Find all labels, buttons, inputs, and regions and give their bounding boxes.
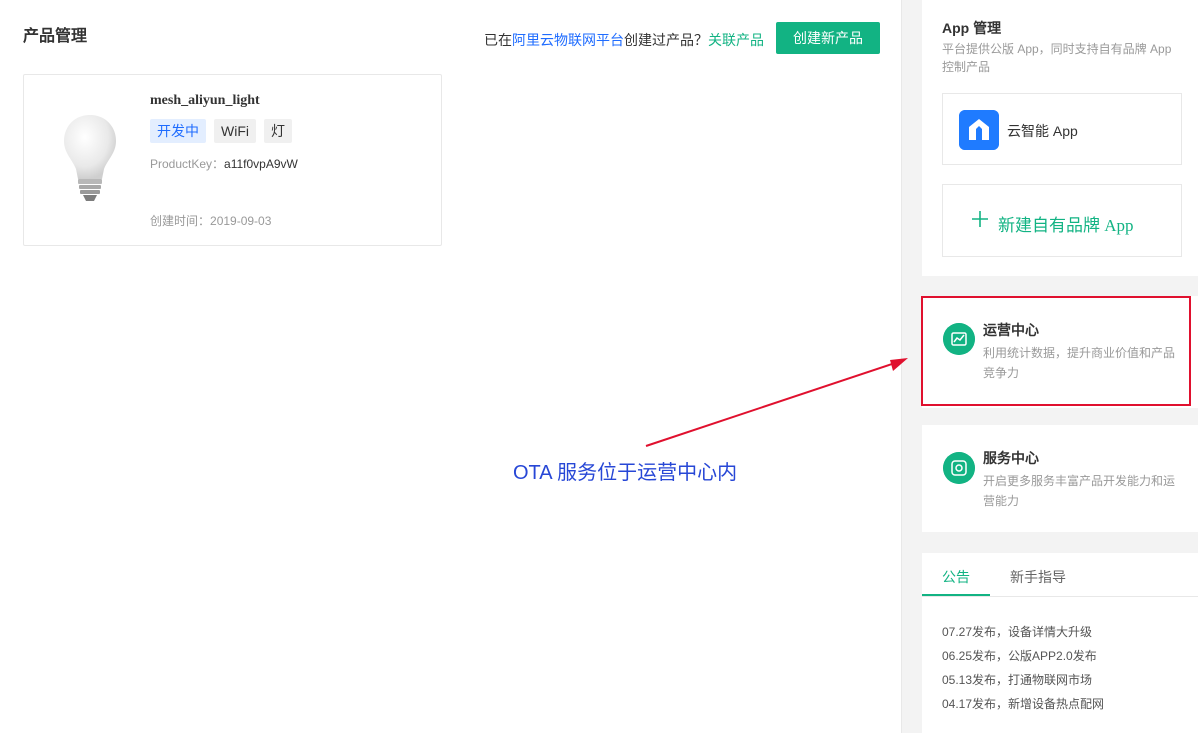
associate-prompt: 已在阿里云物联网平台创建过产品？关联产品 — [484, 30, 764, 50]
network-tag: WiFi — [214, 119, 256, 143]
notice-item[interactable]: 07.27发布，设备详情大升级 — [942, 620, 1104, 644]
notice-panel: 公告 新手指导 07.27发布，设备详情大升级 06.25发布，公版APP2.0… — [922, 553, 1198, 733]
product-tags: 开发中 WiFi 灯 — [150, 119, 292, 143]
main-panel: 产品管理 已在阿里云物联网平台创建过产品？关联产品 创建新产品 mesh_ali… — [0, 0, 902, 733]
product-name: mesh_aliyun_light — [150, 93, 260, 108]
active-tab-indicator — [922, 594, 990, 596]
service-center-card[interactable]: 服务中心 开启更多服务丰富产品开发能力和运营能力 — [922, 425, 1198, 532]
link-product-link[interactable]: 关联产品 — [708, 32, 764, 48]
product-key-value: a11f0vpA9vW — [224, 157, 298, 171]
app-panel-title: App 管理 — [942, 20, 1002, 36]
plus-icon — [972, 211, 988, 227]
created-time: 创建时间：2019-09-03 — [150, 212, 271, 229]
service-icon — [943, 452, 975, 484]
category-tag: 灯 — [264, 119, 292, 143]
created-label: 创建时间： — [150, 214, 211, 228]
product-key-label: ProductKey： — [150, 157, 225, 171]
tab-beginner-guide[interactable]: 新手指导 — [1010, 567, 1066, 587]
light-bulb-icon — [64, 115, 116, 201]
operations-center-card[interactable]: 运营中心 利用统计数据，提升商业价值和产品竞争力 — [922, 296, 1198, 408]
platform-link[interactable]: 阿里云物联网平台 — [512, 32, 624, 48]
new-brand-app-label: 新建自有品牌 App — [998, 216, 1134, 235]
notice-tabs: 公告 新手指导 — [922, 553, 1198, 597]
annotation-text: OTA 服务位于运营中心内 — [513, 462, 738, 484]
product-card[interactable]: mesh_aliyun_light 开发中 WiFi 灯 ProductKey：… — [23, 74, 442, 246]
status-tag: 开发中 — [150, 119, 206, 143]
prompt-suffix: 创建过产品？ — [624, 32, 708, 48]
operations-center-title: 运营中心 — [983, 322, 1039, 338]
operations-center-description: 利用统计数据，提升商业价值和产品竞争力 — [983, 346, 1176, 380]
tab-announcements[interactable]: 公告 — [942, 567, 970, 587]
cloud-app-icon — [959, 110, 999, 150]
product-key: ProductKey：a11f0vpA9vW — [150, 155, 298, 172]
page-title: 产品管理 — [23, 28, 88, 45]
app-management-panel: App 管理 平台提供公版 App，同时支持自有品牌 App 控制产品 云智能 … — [922, 0, 1198, 276]
notice-item[interactable]: 06.25发布，公版APP2.0发布 — [942, 644, 1104, 668]
notice-item[interactable]: 05.13发布，打通物联网市场 — [942, 668, 1104, 692]
new-brand-app-button[interactable]: 新建自有品牌 App — [942, 184, 1182, 257]
create-product-button[interactable]: 创建新产品 — [776, 22, 880, 54]
cloud-app-card[interactable]: 云智能 App — [942, 93, 1182, 165]
prompt-prefix: 已在 — [484, 32, 512, 48]
service-center-title: 服务中心 — [983, 450, 1039, 466]
service-center-description: 开启更多服务丰富产品开发能力和运营能力 — [983, 474, 1176, 508]
notice-item[interactable]: 04.17发布，新增设备热点配网 — [942, 692, 1104, 716]
chart-icon — [943, 323, 975, 355]
cloud-app-name: 云智能 App — [1007, 123, 1078, 139]
created-date: 2019-09-03 — [210, 214, 272, 228]
notice-list: 07.27发布，设备详情大升级 06.25发布，公版APP2.0发布 05.13… — [942, 620, 1104, 716]
app-panel-description: 平台提供公版 App，同时支持自有品牌 App 控制产品 — [942, 42, 1172, 74]
